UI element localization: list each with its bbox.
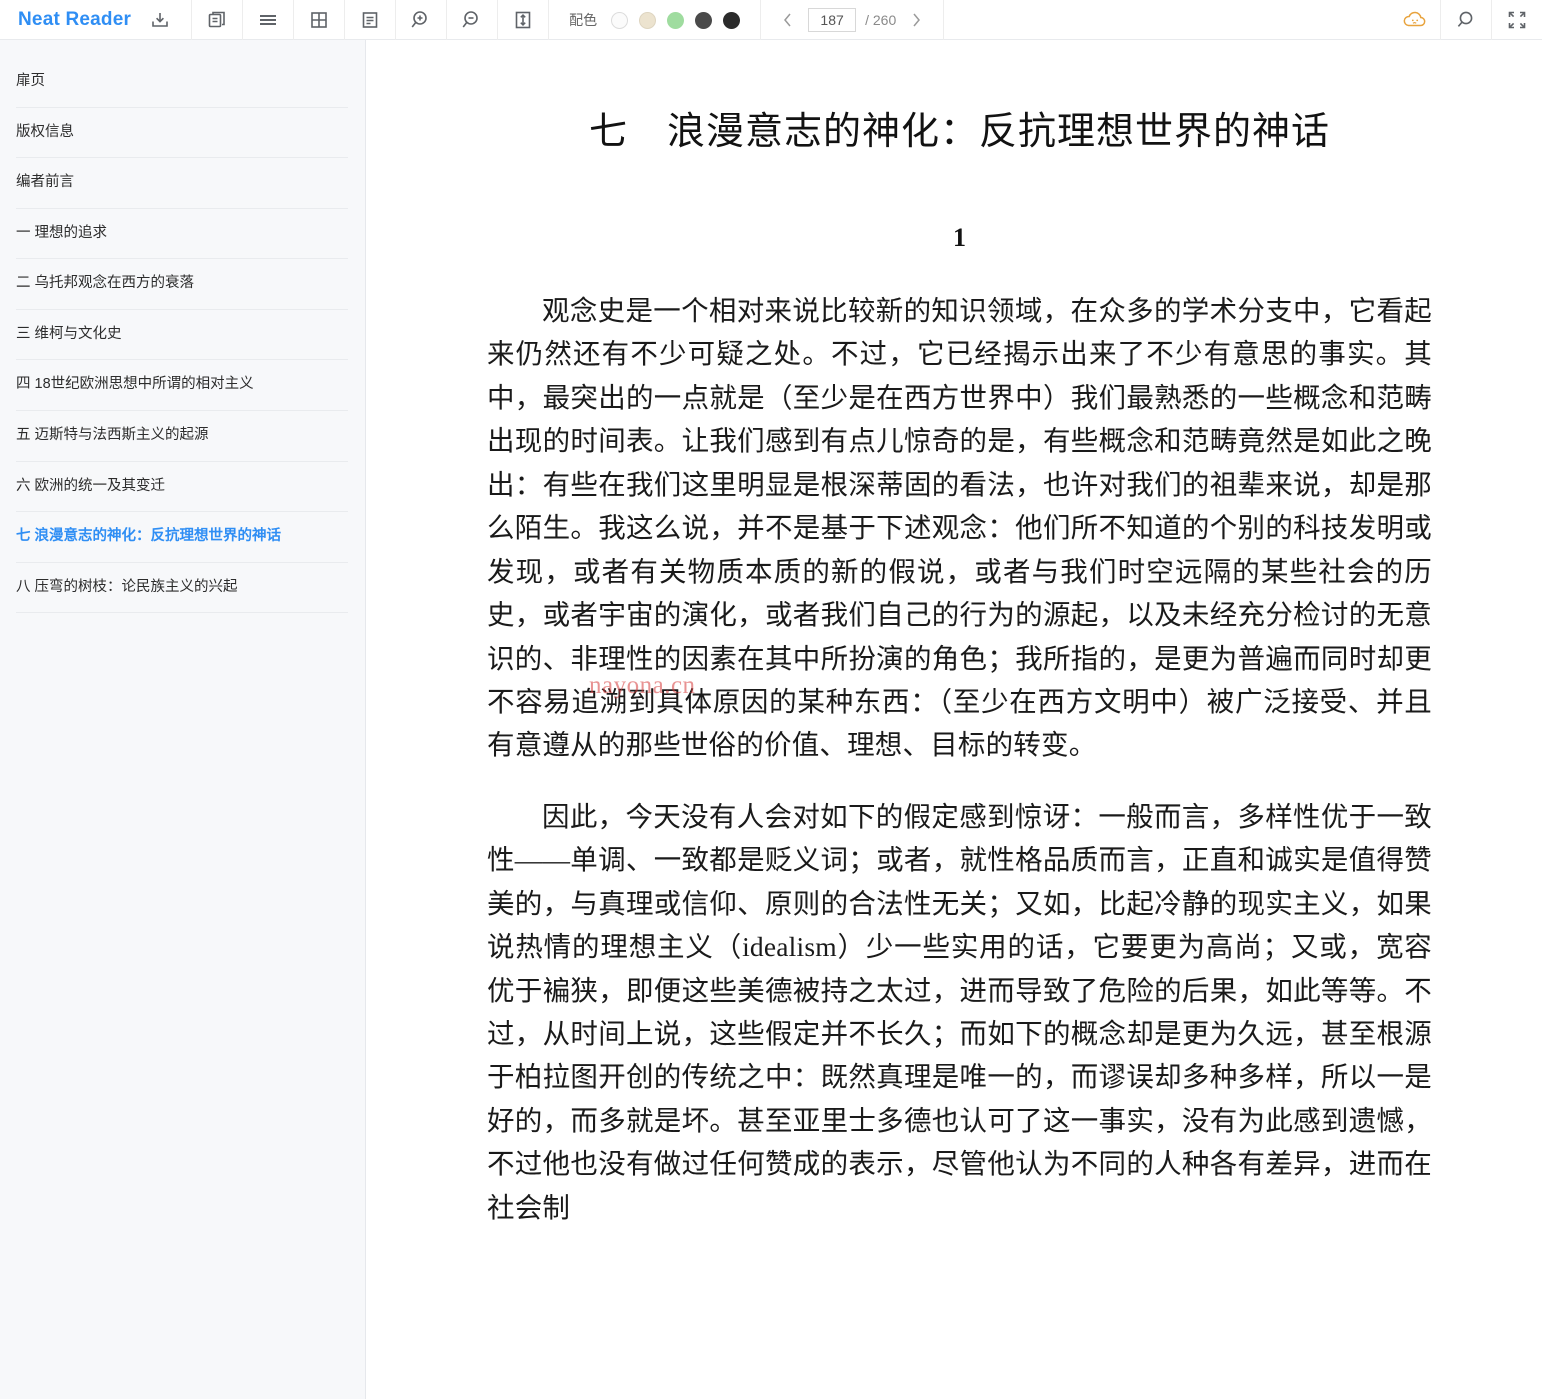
fullscreen-icon[interactable]	[1492, 0, 1542, 40]
sidebar-item-chapter-1[interactable]: 一 理想的追求	[16, 209, 348, 260]
grid-mode-group	[294, 0, 346, 40]
line-height-group	[498, 0, 550, 40]
reader-pane[interactable]: 七 浪漫意志的神化：反抗理想世界的神话 1 观念史是一个相对来说比较新的知识领域…	[367, 40, 1542, 1399]
zoom-in-icon[interactable]	[396, 0, 446, 40]
page-number-input[interactable]	[808, 8, 857, 32]
notes-group	[345, 0, 397, 40]
scheme-swatch-white[interactable]	[611, 11, 629, 29]
next-page-button[interactable]	[905, 7, 927, 33]
pager-group: / 260	[761, 0, 945, 40]
save-icon[interactable]	[143, 0, 177, 40]
sidebar-item-chapter-8[interactable]: 八 压弯的树枝：论民族主义的兴起	[16, 563, 348, 614]
fullscreen-group	[1492, 0, 1542, 40]
zoom-in-group	[396, 0, 448, 40]
view-tools-group	[192, 0, 244, 40]
section-number: 1	[953, 223, 966, 252]
zoom-out-icon[interactable]	[447, 0, 497, 40]
sidebar-item-chapter-7[interactable]: 七 浪漫意志的神化：反抗理想世界的神话	[16, 512, 348, 563]
scheme-swatch-beige[interactable]	[639, 11, 657, 29]
sidebar-item-preface[interactable]: 编者前言	[16, 158, 348, 209]
scheme-swatch-black[interactable]	[723, 11, 741, 29]
top-toolbar: Neat Reader 配色 187 / 260	[0, 0, 1542, 40]
scroll-mode-group	[243, 0, 295, 40]
cloud-sync-group	[1390, 0, 1441, 40]
color-scheme-selector: 配色	[549, 10, 760, 30]
scheme-swatch-green[interactable]	[667, 11, 685, 29]
grid-mode-icon[interactable]	[294, 0, 344, 40]
sidebar-item-copyright[interactable]: 版权信息	[16, 108, 348, 159]
page-navigation: / 260	[761, 7, 943, 33]
sidebar-item-chapter-6[interactable]: 六 欧洲的统一及其变迁	[16, 462, 348, 513]
paragraph-1: 观念史是一个相对来说比较新的知识领域，在众多的学术分支中，它看起来仍然还有不少可…	[487, 295, 1432, 761]
chapter-title: 七 浪漫意志的神化：反抗理想世界的神话	[588, 111, 1330, 153]
scroll-mode-icon[interactable]	[243, 0, 293, 40]
table-of-contents-sidebar[interactable]: 扉页 版权信息 编者前言 一 理想的追求 二 乌托邦观念在西方的衰落 三 维柯与…	[0, 40, 366, 1399]
sidebar-item-chapter-3[interactable]: 三 维柯与文化史	[16, 310, 348, 361]
search-group	[1441, 0, 1492, 40]
search-icon[interactable]	[1441, 0, 1491, 40]
brand-group: Neat Reader	[0, 0, 193, 40]
book-page: 七 浪漫意志的神化：反抗理想世界的神话 1 观念史是一个相对来说比较新的知识领域…	[367, 40, 1542, 1229]
line-height-icon[interactable]	[498, 0, 548, 40]
color-scheme-label: 配色	[569, 12, 598, 28]
prev-page-button[interactable]	[777, 7, 799, 33]
zoom-out-group	[447, 0, 499, 40]
app-title: Neat Reader	[18, 9, 132, 30]
notes-icon[interactable]	[345, 0, 395, 40]
total-pages-label: / 260	[865, 12, 897, 28]
cloud-icon[interactable]	[1390, 0, 1440, 40]
scheme-swatch-gray[interactable]	[695, 11, 713, 29]
paragraph-2: 因此，今天没有人会对如下的假定感到惊讶：一般而言，多样性优于一致性——单调、一致…	[487, 800, 1432, 1223]
toc-list: 扉页 版权信息 编者前言 一 理想的追求 二 乌托邦观念在西方的衰落 三 维柯与…	[0, 40, 365, 614]
sidebar-item-chapter-4[interactable]: 四 18世纪欧洲思想中所谓的相对主义	[16, 360, 348, 411]
sidebar-item-chapter-5[interactable]: 五 迈斯特与法西斯主义的起源	[16, 411, 348, 462]
copy-pages-icon[interactable]	[192, 0, 242, 40]
color-scheme-group: 配色	[549, 0, 762, 40]
sidebar-item-chapter-2[interactable]: 二 乌托邦观念在西方的衰落	[16, 259, 348, 310]
sidebar-item-cover[interactable]: 扉页	[16, 57, 348, 108]
